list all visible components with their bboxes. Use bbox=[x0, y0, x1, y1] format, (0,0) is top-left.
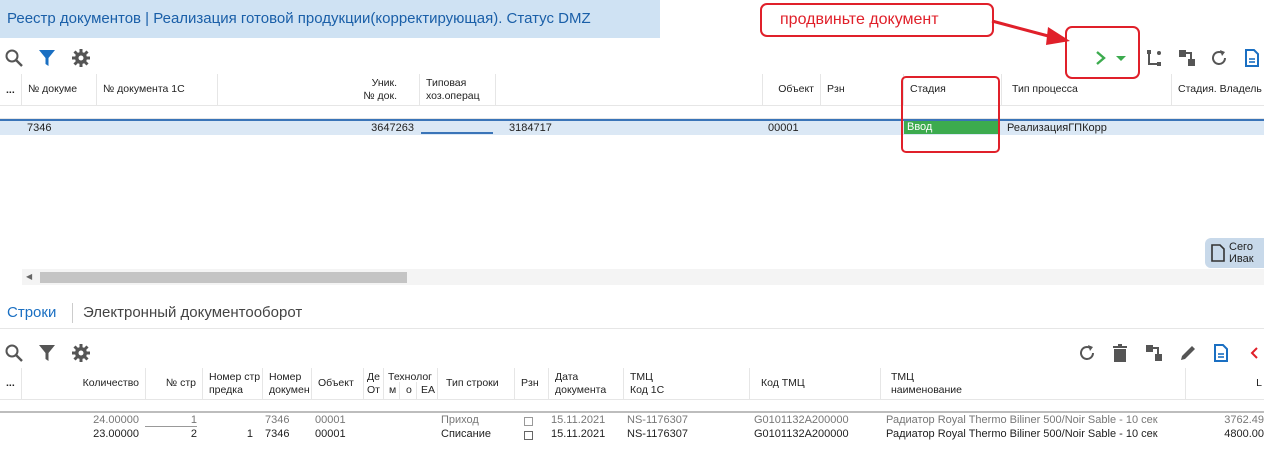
gear-icon[interactable] bbox=[69, 341, 93, 365]
column-qty[interactable]: Количество bbox=[21, 368, 145, 400]
column-typical[interactable]: Типовая хоз.операц bbox=[419, 74, 495, 106]
cell-tmc-name: Радиатор Royal Thermo Biliner 500/Noir S… bbox=[886, 428, 1158, 440]
scrollbar-thumb[interactable] bbox=[40, 272, 407, 283]
cell-doc-num: 7346 bbox=[265, 428, 290, 440]
cell-typical-2: 3184717 bbox=[509, 122, 552, 134]
column-uniq[interactable]: Уник. № док. bbox=[217, 74, 419, 106]
cell-qty: 23.00000 bbox=[93, 428, 139, 440]
column-o[interactable]: о bbox=[399, 382, 416, 400]
table-row[interactable]: 24.00000 1 7346 00001 Приход 15.11.2021 … bbox=[0, 414, 1264, 428]
column-more[interactable]: ... bbox=[0, 368, 21, 400]
column-tmc-1c[interactable]: ТМЦ Код 1С bbox=[623, 368, 749, 400]
table-row[interactable]: 7346 3647263 3184717 00001 РеализацияГПК… bbox=[0, 119, 1264, 135]
cell-line-type: Приход bbox=[441, 414, 479, 426]
callout-text: продвиньте документ bbox=[780, 11, 939, 28]
column-object[interactable]: Объект bbox=[311, 368, 363, 400]
trash-icon[interactable] bbox=[1108, 341, 1132, 365]
cell-qty: 24.00000 bbox=[93, 414, 139, 426]
document-icon bbox=[1211, 244, 1225, 262]
filter-icon[interactable] bbox=[35, 341, 59, 365]
cell-doc-date: 15.11.2021 bbox=[551, 414, 606, 426]
column-object[interactable]: Объект bbox=[762, 74, 820, 106]
cell-tmc-1c: NS-1176307 bbox=[627, 414, 688, 426]
cell-object: 00001 bbox=[315, 428, 346, 440]
route-icon[interactable] bbox=[1142, 46, 1166, 70]
pencil-icon[interactable] bbox=[1176, 341, 1200, 365]
search-icon[interactable] bbox=[2, 46, 26, 70]
documents-filter-row[interactable] bbox=[0, 106, 1264, 119]
column-ea[interactable]: ЕА bbox=[416, 382, 437, 400]
rows-grid-header: ... Количество № стр Номер стр предка Но… bbox=[0, 368, 1264, 400]
cell-line-type: Списание bbox=[441, 428, 491, 440]
cell-last: 4800.00 bbox=[1224, 428, 1264, 440]
cell-last: 3762.49 bbox=[1224, 414, 1264, 426]
filter-icon[interactable] bbox=[35, 46, 59, 70]
advance-highlight-box bbox=[1065, 26, 1140, 79]
cell-object: 00001 bbox=[768, 122, 799, 134]
cell-tmc-1c: NS-1176307 bbox=[627, 428, 688, 440]
column-de[interactable]: Де От bbox=[363, 368, 383, 400]
cell-rzn-checkbox[interactable] bbox=[524, 431, 533, 443]
documents-grid-header: ... № докуме № документа 1С Уник. № док.… bbox=[0, 74, 1264, 106]
tab-rows[interactable]: Строки bbox=[7, 304, 56, 321]
column-doc-num[interactable]: Номер докумен bbox=[262, 368, 311, 400]
column-owner[interactable]: Стадия. Владель bbox=[1171, 74, 1264, 106]
cell-tmc-code: G0101132A200000 bbox=[754, 414, 849, 426]
side-note-line1: Сего bbox=[1229, 241, 1253, 253]
back-icon[interactable] bbox=[1244, 341, 1264, 365]
tab-divider bbox=[72, 303, 73, 323]
column-pred-line[interactable]: Номер стр предка bbox=[202, 368, 262, 400]
cell-process: РеализацияГПКорр bbox=[1007, 122, 1107, 134]
tab-edo[interactable]: Электронный документооборот bbox=[83, 304, 302, 321]
document-icon[interactable] bbox=[1209, 341, 1233, 365]
cell-doc-num: 7346 bbox=[27, 122, 52, 134]
cell-uniq: 3647263 bbox=[371, 122, 414, 134]
table-row[interactable]: 23.00000 2 1 7346 00001 Списание 15.11.2… bbox=[0, 428, 1264, 442]
page-title: Реестр документов | Реализация готовой п… bbox=[0, 0, 660, 38]
cell-doc-date: 15.11.2021 bbox=[551, 428, 606, 440]
column-doc-1c[interactable]: № документа 1С bbox=[96, 74, 217, 106]
refresh-icon[interactable] bbox=[1075, 341, 1099, 365]
column-rzn[interactable]: Рзн bbox=[820, 74, 903, 106]
column-typical-2[interactable] bbox=[495, 74, 762, 106]
column-last[interactable]: L bbox=[1185, 368, 1264, 400]
gear-icon[interactable] bbox=[69, 46, 93, 70]
cell-doc-num: 7346 bbox=[265, 414, 290, 426]
column-doc-date[interactable]: Дата документа bbox=[548, 368, 623, 400]
page-title-text: Реестр документов | Реализация готовой п… bbox=[7, 10, 591, 27]
column-tmc-code[interactable]: Код ТМЦ bbox=[749, 368, 880, 400]
column-line-type[interactable]: Тип строки bbox=[437, 368, 514, 400]
column-doc-num[interactable]: № докуме bbox=[21, 74, 96, 106]
rows-filter-row[interactable] bbox=[0, 400, 1264, 413]
column-line-no[interactable]: № стр bbox=[145, 368, 202, 400]
cell-pred-line: 1 bbox=[246, 428, 253, 440]
search-icon[interactable] bbox=[2, 341, 26, 365]
document-icon[interactable] bbox=[1240, 46, 1264, 70]
tabs-bar: Строки Электронный документооборот bbox=[0, 296, 1264, 329]
cell-tmc-name: Радиатор Royal Thermo Biliner 500/Noir S… bbox=[886, 414, 1158, 426]
cell-line-no: 2 bbox=[190, 428, 197, 440]
transfer-icon[interactable] bbox=[1175, 46, 1199, 70]
side-note-line2: Ивак bbox=[1229, 253, 1254, 265]
cell-tmc-code: G0101132A200000 bbox=[754, 428, 849, 440]
cell-line-no[interactable]: 1 bbox=[145, 414, 197, 427]
cell-object: 00001 bbox=[315, 414, 346, 426]
scroll-left-icon[interactable]: ◀ bbox=[26, 272, 32, 281]
column-m[interactable]: м bbox=[383, 382, 399, 400]
column-process[interactable]: Тип процесса bbox=[1001, 74, 1171, 106]
refresh-icon[interactable] bbox=[1207, 46, 1231, 70]
transfer-icon[interactable] bbox=[1142, 341, 1166, 365]
column-more[interactable]: ... bbox=[0, 74, 21, 106]
column-tmc-name[interactable]: ТМЦ наименование bbox=[880, 368, 1185, 400]
side-note[interactable]: Сего Ивак bbox=[1205, 238, 1264, 268]
callout-annotation: продвиньте документ bbox=[760, 3, 994, 37]
stage-highlight-box bbox=[901, 76, 1000, 153]
column-rzn[interactable]: Рзн bbox=[514, 368, 548, 400]
rows-toolbar bbox=[0, 337, 1264, 369]
cell-typical-underline bbox=[421, 132, 493, 134]
